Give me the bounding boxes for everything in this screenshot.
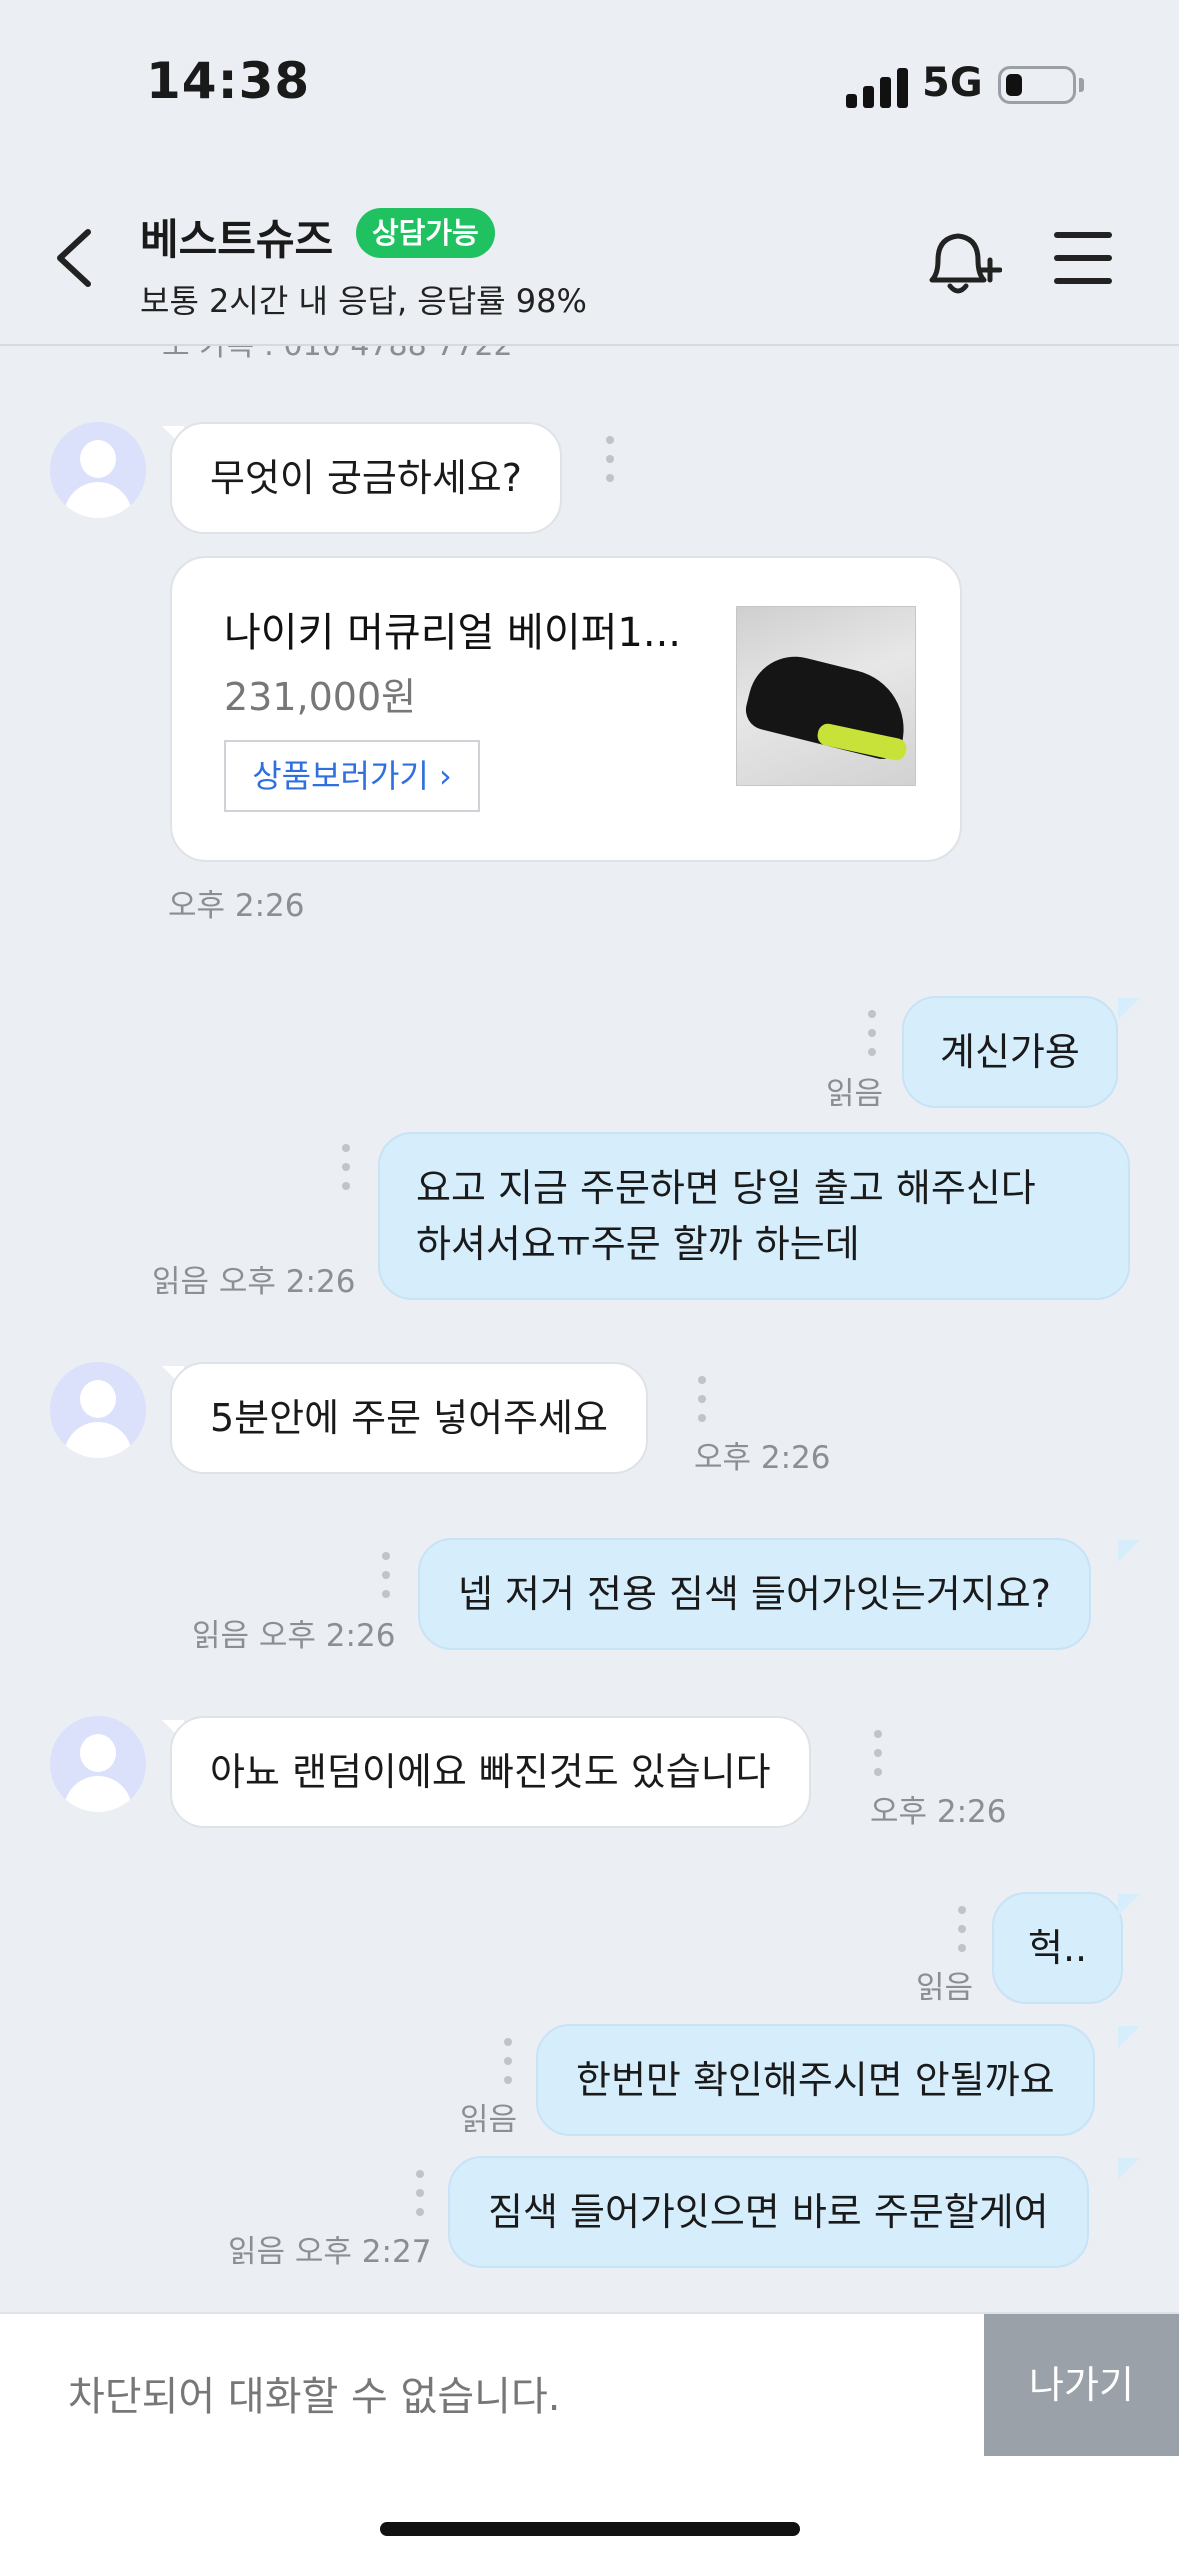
message-meta: 읽음 오후 2:26 [152,1256,355,1301]
back-arrow-icon[interactable] [48,226,104,290]
bubble-tail [1118,2158,1140,2180]
message-bubble-incoming[interactable]: 5분안에 주문 넣어주세요 [170,1362,648,1474]
product-card[interactable]: 나이키 머큐리얼 베이퍼1... 231,000원 상품보러가기 › [170,556,962,862]
home-indicator[interactable] [380,2522,800,2536]
message-time: 오후 2:26 [168,888,305,924]
message-bubble-outgoing[interactable]: 짐색 들어가잇으면 바로 주문할게여 [448,2156,1089,2268]
more-options-icon[interactable] [868,1010,876,1056]
more-options-icon[interactable] [382,1552,390,1598]
message-meta: 읽음 오후 2:27 [228,2226,431,2271]
message-time: 오후 2:26 [258,1618,396,1654]
avatar[interactable] [50,1716,146,1812]
more-options-icon[interactable] [342,1144,350,1190]
status-time: 14:38 [146,52,311,110]
previous-message-fragment: 오 카톡 : 010 4788 7722 [162,346,513,364]
read-receipt: 읽음 [916,1970,974,2006]
battery-cap [1079,78,1084,92]
more-options-icon[interactable] [874,1730,882,1776]
network-type: 5G [922,60,983,106]
chevron-right-icon: › [439,757,452,795]
bubble-tail [1118,998,1140,1020]
message-bubble-outgoing[interactable]: 한번만 확인해주시면 안될까요 [536,2024,1095,2136]
read-receipt: 읽음 [192,1618,250,1654]
product-image[interactable] [736,606,916,786]
product-price: 231,000원 [224,675,417,719]
more-options-icon[interactable] [416,2170,424,2216]
more-options-icon[interactable] [958,1906,966,1952]
chat-area[interactable]: 오 카톡 : 010 4788 7722 무엇이 궁금하세요? 나이키 머큐리얼… [0,346,1179,2312]
more-options-icon[interactable] [698,1376,706,1422]
battery-icon [998,66,1076,104]
message-bubble-outgoing[interactable]: 헉.. [992,1892,1124,2004]
read-receipt: 읽음 [228,2234,286,2270]
read-receipt: 읽음 [460,2102,518,2138]
message-bubble-incoming[interactable]: 아뇨 랜덤이에요 빠진것도 있습니다 [170,1716,811,1828]
status-bar: 14:38 5G [0,0,1179,170]
message-bubble-outgoing[interactable]: 넵 저거 전용 짐색 들어가잇는거지요? [418,1538,1091,1650]
more-options-icon[interactable] [606,436,614,482]
bubble-tail [1118,1540,1140,1562]
blocked-notice: 차단되어 대화할 수 없습니다. [68,2374,561,2420]
bubble-tail [1118,1894,1140,1916]
message-time: 오후 2:26 [870,1794,1007,1830]
message-bubble-outgoing[interactable]: 요고 지금 주문하면 당일 출고 해주신다 하셔서요ㅠ주문 할까 하는데 [378,1132,1130,1300]
message-time: 오후 2:26 [218,1264,356,1300]
shop-name[interactable]: 베스트슈즈 [140,206,333,267]
message-time: 오후 2:27 [294,2234,432,2270]
message-line: 하셔서요ㅠ주문 할까 하는데 [416,1222,860,1266]
message-meta: 읽음 오후 2:26 [192,1610,395,1655]
status-badge: 상담가능 [356,208,495,258]
menu-icon[interactable] [1054,232,1112,284]
read-receipt: 읽음 [826,1076,884,1112]
message-bubble-outgoing[interactable]: 계신가용 [902,996,1118,1108]
view-product-label: 상품보러가기 [252,757,429,795]
bubble-tail [1118,2026,1140,2048]
signal-icon [846,66,908,108]
read-receipt: 읽음 [152,1264,210,1300]
bell-plus-icon[interactable] [922,226,1002,298]
input-bar: 차단되어 대화할 수 없습니다. 나가기 [0,2312,1179,2556]
product-title: 나이키 머큐리얼 베이퍼1... [224,610,682,656]
leave-button[interactable]: 나가기 [984,2314,1179,2456]
message-line: 요고 지금 주문하면 당일 출고 해주신다 [416,1166,1036,1210]
message-time: 오후 2:26 [694,1440,831,1476]
more-options-icon[interactable] [504,2038,512,2084]
avatar[interactable] [50,422,146,518]
view-product-button[interactable]: 상품보러가기 › [224,740,480,812]
response-info: 보통 2시간 내 응답, 응답률 98% [140,282,587,320]
chat-header: 베스트슈즈 상담가능 보통 2시간 내 응답, 응답률 98% [0,170,1179,346]
message-bubble-incoming[interactable]: 무엇이 궁금하세요? [170,422,562,534]
avatar[interactable] [50,1362,146,1458]
